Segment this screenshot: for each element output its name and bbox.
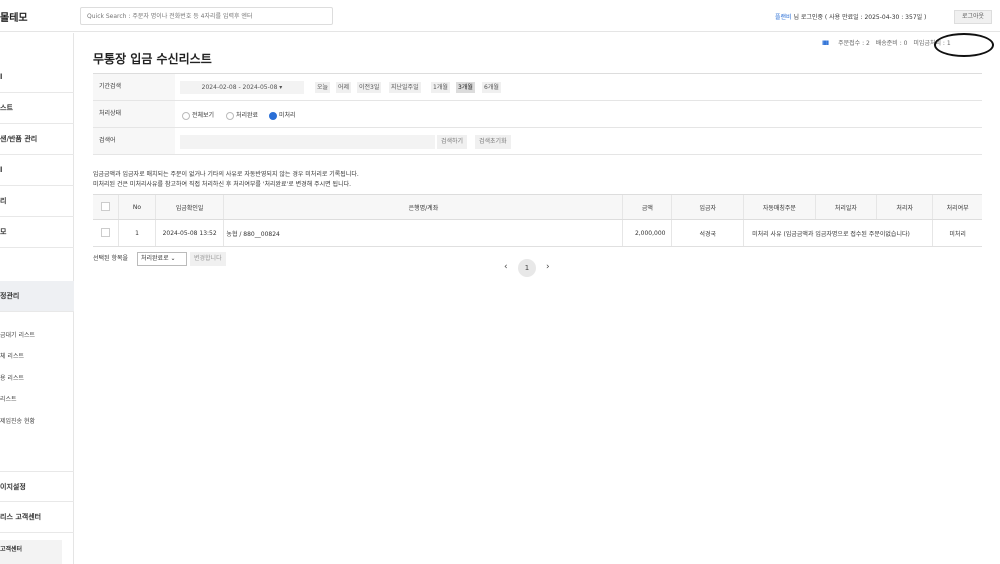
col-processor: 처리자 <box>876 194 933 220</box>
table-row: 1 2024-05-08 13:52 농협 / 880__00824 2,000… <box>93 219 982 247</box>
status-row: 처리상태 전체보기 처리완료 미처리 <box>93 101 982 128</box>
select-all-header <box>93 194 119 220</box>
notice-line-2: 미처리된 건은 미처리사유를 참고하여 직접 처리하신 후 처리여부를 '처리완… <box>93 181 352 188</box>
col-amount: 금액 <box>622 194 672 220</box>
brand-logo[interactable]: 몰테모 <box>0 9 28 24</box>
period-label: 기간검색 <box>93 74 175 100</box>
sidebar-item-page-settings[interactable]: 이지설정 <box>0 471 74 502</box>
cell-match-reason: 미처리 사유 (입금금액과 입금자명으로 접수된 주문이없습니다) <box>743 219 933 247</box>
logout-button[interactable]: 로그아웃 <box>954 10 992 24</box>
range-today[interactable]: 오늘 <box>315 82 331 93</box>
col-bank-account: 은행명/계좌 <box>223 194 623 220</box>
range-yesterday[interactable]: 어제 <box>336 82 352 93</box>
reset-button[interactable]: 검색초기화 <box>475 135 511 149</box>
range-6months[interactable]: 6개월 <box>482 82 501 93</box>
user-info: 플랜비 님 로그인중 ( 사용 만료일 : 2025-04-30 : 357일 … <box>775 12 926 21</box>
sidebar-item-exchange-return[interactable]: 샌/반품 관리 <box>0 124 74 155</box>
plan-link[interactable]: 플랜비 <box>775 14 792 21</box>
keyword-row: 검색어 검색하기 검색초기화 <box>93 128 982 155</box>
status-label: 처리상태 <box>93 101 175 127</box>
order-count[interactable]: 주문접수 : 2 <box>838 40 870 47</box>
sidebar-item-active[interactable]: 정관리 <box>0 281 74 312</box>
col-auto-match: 자동매칭주문 <box>743 194 816 220</box>
keyword-label: 검색어 <box>93 128 175 154</box>
top-bar: 몰테모 플랜비 님 로그인중 ( 사용 만료일 : 2025-04-30 : 3… <box>0 0 1000 32</box>
notice-line-1: 입금금액과 입금자로 매치되는 주문이 없거나 기타의 사유로 자동반영되지 않… <box>93 171 359 178</box>
row-checkbox[interactable] <box>101 227 111 237</box>
page-title: 무통장 입금 수신리스트 <box>93 52 212 66</box>
status-radio-all-label: 전체보기 <box>192 112 215 119</box>
sidebar-item-5[interactable]: 리 <box>0 186 74 217</box>
table-header-row: No 입금확인일 은행명/계좌 금액 입금자 자동매칭주문 처리일자 처리자 처… <box>93 194 982 220</box>
sidebar-subitem-4[interactable]: 리스트 <box>0 394 17 403</box>
col-processed-date: 처리일자 <box>814 194 877 220</box>
sidebar-item-1[interactable]: l <box>0 62 74 93</box>
range-3months[interactable]: 3개월 <box>456 82 475 93</box>
search-button[interactable]: 검색하기 <box>437 135 468 149</box>
sidebar-item-2[interactable]: 스트 <box>0 93 74 124</box>
sidebar-bottom-label[interactable]: 고객센터 <box>0 540 62 553</box>
sidebar-item-customer-center[interactable]: 리스 고객센터 <box>0 502 74 533</box>
delivery-ready-count[interactable]: 배송준비 : 0 <box>876 40 908 47</box>
select-all-checkbox[interactable] <box>101 201 111 211</box>
next-page-icon[interactable]: › <box>546 262 550 272</box>
status-radio-done[interactable]: 처리완료 <box>226 110 258 120</box>
range-3days[interactable]: 이전3일 <box>357 82 382 93</box>
sidebar-subitem-1[interactable]: 금대기 리스트 <box>0 330 35 339</box>
bulk-apply-button[interactable]: 변경합니다 <box>190 252 226 266</box>
sidebar-bottom-box: 고객센터 <box>0 540 62 564</box>
sidebar-subitem-2[interactable]: 체 리스트 <box>0 351 24 360</box>
status-radio-pending[interactable]: 미처리 <box>269 110 296 120</box>
cell-depositor: 석경국 <box>671 219 744 247</box>
cell-amount: 2,000,000 <box>622 219 672 247</box>
radio-icon <box>182 111 190 120</box>
radio-icon <box>226 111 234 120</box>
quick-search-input[interactable] <box>80 7 333 25</box>
period-row: 기간검색 2024-02-08 - 2024-05-08 ▾ 오늘 어제 이전3… <box>93 74 982 101</box>
bulk-status-select[interactable]: 처리완료로 ⌄ <box>137 252 187 266</box>
col-status: 처리여부 <box>932 194 982 220</box>
status-radio-done-label: 처리완료 <box>236 112 259 119</box>
row-checkbox-cell <box>93 219 119 247</box>
col-depositor: 입금자 <box>671 194 744 220</box>
col-no: No <box>118 194 156 220</box>
highlight-circle <box>934 33 994 57</box>
prev-page-icon[interactable]: ‹ <box>504 262 508 272</box>
deposit-table: No 입금확인일 은행명/계좌 금액 입금자 자동매칭주문 처리일자 처리자 처… <box>93 194 982 247</box>
bulk-label: 선택된 항목을 <box>93 255 129 262</box>
sidebar-subitem-5[interactable]: 제임진송 현황 <box>0 416 35 425</box>
keyword-input[interactable] <box>180 135 435 149</box>
date-range-picker[interactable]: 2024-02-08 - 2024-05-08 ▾ <box>180 81 304 94</box>
cell-no: 1 <box>118 219 156 247</box>
user-status-text: 님 로그인중 ( 사용 만료일 : 2025-04-30 : 357일 ) <box>791 14 927 21</box>
cell-status[interactable]: 미처리 <box>932 219 982 247</box>
status-radio-pending-label: 미처리 <box>279 112 296 119</box>
cell-date: 2024-05-08 13:52 <box>154 219 224 247</box>
sidebar-subitem-3[interactable]: 용 리스트 <box>0 373 24 382</box>
status-radio-all[interactable]: 전체보기 <box>182 110 214 120</box>
radio-checked-icon <box>269 111 277 120</box>
cell-bank: 농협 / 880__00824 <box>223 219 623 247</box>
status-bars-icon: IIIII <box>822 40 829 47</box>
range-1month[interactable]: 1개월 <box>431 82 450 93</box>
current-page[interactable]: 1 <box>518 259 536 277</box>
col-deposit-date: 입금확인일 <box>154 194 224 220</box>
sidebar-item-6[interactable]: 모 <box>0 217 74 248</box>
range-week[interactable]: 지난일주일 <box>389 82 421 93</box>
sidebar-item-4[interactable]: l <box>0 155 74 186</box>
filter-panel: 기간검색 2024-02-08 - 2024-05-08 ▾ 오늘 어제 이전3… <box>93 73 982 155</box>
sidebar: l 스트 샌/반품 관리 l 리 모 정관리 금대기 리스트 체 리스트 용 리… <box>0 33 74 564</box>
